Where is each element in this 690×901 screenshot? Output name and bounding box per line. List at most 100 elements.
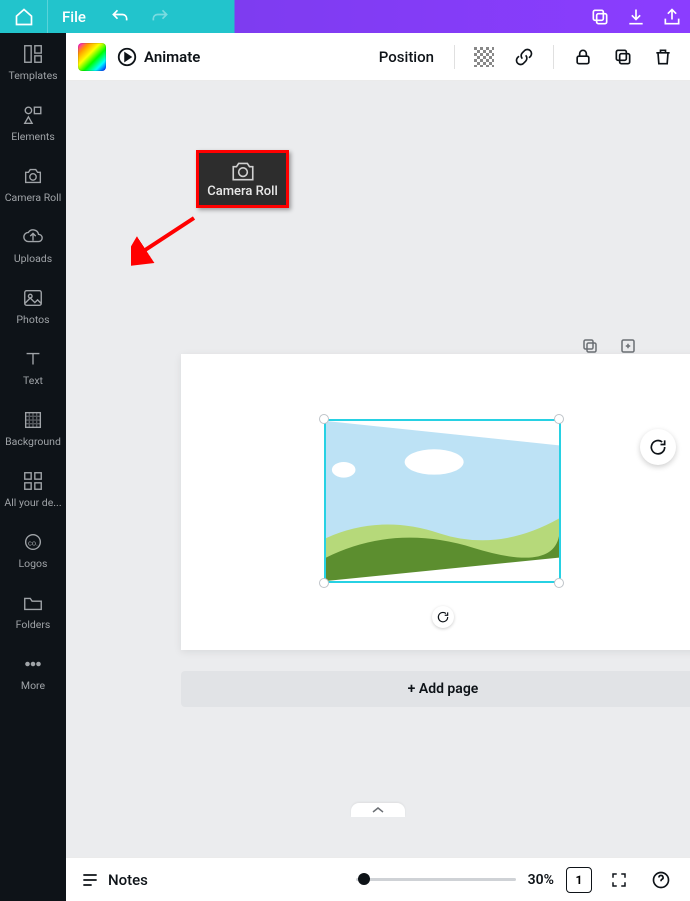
link-button[interactable] xyxy=(509,42,539,72)
sidebar-item-logos[interactable]: co. Logos xyxy=(0,521,66,582)
animate-icon xyxy=(116,46,138,68)
top-bar-left: File xyxy=(0,0,180,33)
sidebar-item-label: Camera Roll xyxy=(5,191,62,204)
position-button[interactable]: Position xyxy=(373,48,440,66)
link-icon xyxy=(514,47,534,67)
duplicate-icon xyxy=(581,337,599,355)
sidebar-item-uploads[interactable]: Uploads xyxy=(0,216,66,277)
resize-handle-top-right[interactable] xyxy=(554,414,564,424)
folder-icon xyxy=(22,592,44,614)
sidebar-item-label: Uploads xyxy=(14,252,52,265)
trash-icon xyxy=(653,47,673,67)
zoom-slider[interactable] xyxy=(356,878,516,881)
page-count-value: 1 xyxy=(576,873,583,887)
help-icon xyxy=(651,870,671,890)
sidebar-item-more[interactable]: More xyxy=(0,643,66,704)
sidebar-item-camera-roll[interactable]: Camera Roll xyxy=(0,155,66,216)
fullscreen-button[interactable] xyxy=(604,865,634,895)
sidebar-item-folders[interactable]: Folders xyxy=(0,582,66,643)
pages-panel-handle[interactable] xyxy=(351,803,405,817)
sidebar-item-label: Logos xyxy=(19,557,48,570)
selected-image[interactable] xyxy=(324,419,561,583)
resize-handle-bottom-right[interactable] xyxy=(554,578,564,588)
canvas-viewport[interactable]: Camera Roll xyxy=(66,81,690,857)
top-bar: File xyxy=(0,0,690,33)
download-icon xyxy=(626,7,646,27)
page-count-button[interactable]: 1 xyxy=(566,867,592,893)
sidebar-item-label: Background xyxy=(5,435,61,448)
resize-handle-bottom-left[interactable] xyxy=(319,578,329,588)
add-page-button[interactable]: + Add page xyxy=(181,671,690,707)
share-icon xyxy=(662,7,682,27)
svg-text:co.: co. xyxy=(28,539,38,548)
notes-icon xyxy=(80,870,100,890)
reset-icon xyxy=(648,437,668,457)
copy-design-button[interactable] xyxy=(582,0,618,33)
redo-button[interactable] xyxy=(140,0,180,33)
context-toolbar: Animate Position xyxy=(66,33,690,81)
sidebar-item-label: More xyxy=(21,679,45,692)
delete-button[interactable] xyxy=(648,42,678,72)
lock-icon xyxy=(573,47,593,67)
uploads-icon xyxy=(22,226,44,248)
position-label: Position xyxy=(379,48,434,66)
elements-icon xyxy=(22,104,44,126)
camera-icon xyxy=(230,160,256,182)
notes-label: Notes xyxy=(108,871,148,889)
resize-handle-top-left[interactable] xyxy=(319,414,329,424)
fullscreen-icon xyxy=(610,871,628,889)
sidebar-item-label: Elements xyxy=(11,130,55,143)
help-button[interactable] xyxy=(646,865,676,895)
reset-view-button[interactable] xyxy=(640,429,676,465)
redo-icon xyxy=(150,7,170,27)
sidebar-item-label: All your de... xyxy=(4,496,61,509)
bottom-bar: Notes 30% 1 xyxy=(66,857,690,901)
lock-button[interactable] xyxy=(568,42,598,72)
rotate-icon xyxy=(436,610,450,624)
sidebar-item-templates[interactable]: Templates xyxy=(0,33,66,94)
animate-button[interactable]: Animate xyxy=(116,46,200,68)
download-button[interactable] xyxy=(618,0,654,33)
duplicate-button[interactable] xyxy=(608,42,638,72)
divider xyxy=(553,45,554,69)
placeholder-image-icon xyxy=(326,421,559,581)
home-icon xyxy=(14,7,34,27)
grid-icon xyxy=(22,470,44,492)
camera-roll-callout-label: Camera Roll xyxy=(207,184,278,199)
add-page-label: + Add page xyxy=(408,681,479,697)
camera-icon xyxy=(22,165,44,187)
home-button[interactable] xyxy=(0,0,48,33)
file-menu-button[interactable]: File xyxy=(48,0,100,33)
zoom-value[interactable]: 30% xyxy=(528,872,554,888)
sidebar-item-elements[interactable]: Elements xyxy=(0,94,66,155)
color-swatch-button[interactable] xyxy=(78,43,106,71)
zoom-track xyxy=(356,878,516,881)
undo-button[interactable] xyxy=(100,0,140,33)
copy-icon xyxy=(590,7,610,27)
notes-button[interactable]: Notes xyxy=(80,870,148,890)
left-sidebar: Templates Elements Camera Roll Uploads P… xyxy=(0,33,66,901)
sidebar-item-label: Templates xyxy=(8,69,57,82)
file-label: File xyxy=(62,8,86,26)
undo-icon xyxy=(110,7,130,27)
transparency-icon xyxy=(474,47,494,67)
transparency-button[interactable] xyxy=(469,42,499,72)
sidebar-item-photos[interactable]: Photos xyxy=(0,277,66,338)
rotate-handle[interactable] xyxy=(432,606,454,628)
more-icon xyxy=(22,653,44,675)
annotation-arrow xyxy=(131,206,201,276)
chevron-up-icon xyxy=(372,806,384,814)
sidebar-item-label: Text xyxy=(23,374,43,387)
share-button[interactable] xyxy=(654,0,690,33)
sidebar-item-label: Folders xyxy=(16,618,51,631)
sidebar-item-background[interactable]: Background xyxy=(0,399,66,460)
sidebar-item-all-your-designs[interactable]: All your de... xyxy=(0,460,66,521)
sidebar-item-label: Photos xyxy=(16,313,49,326)
background-icon xyxy=(22,409,44,431)
text-icon xyxy=(22,348,44,370)
sidebar-item-text[interactable]: Text xyxy=(0,338,66,399)
duplicate-icon xyxy=(613,47,633,67)
add-page-icon xyxy=(619,337,637,355)
zoom-knob[interactable] xyxy=(358,873,370,885)
photo-icon xyxy=(22,287,44,309)
